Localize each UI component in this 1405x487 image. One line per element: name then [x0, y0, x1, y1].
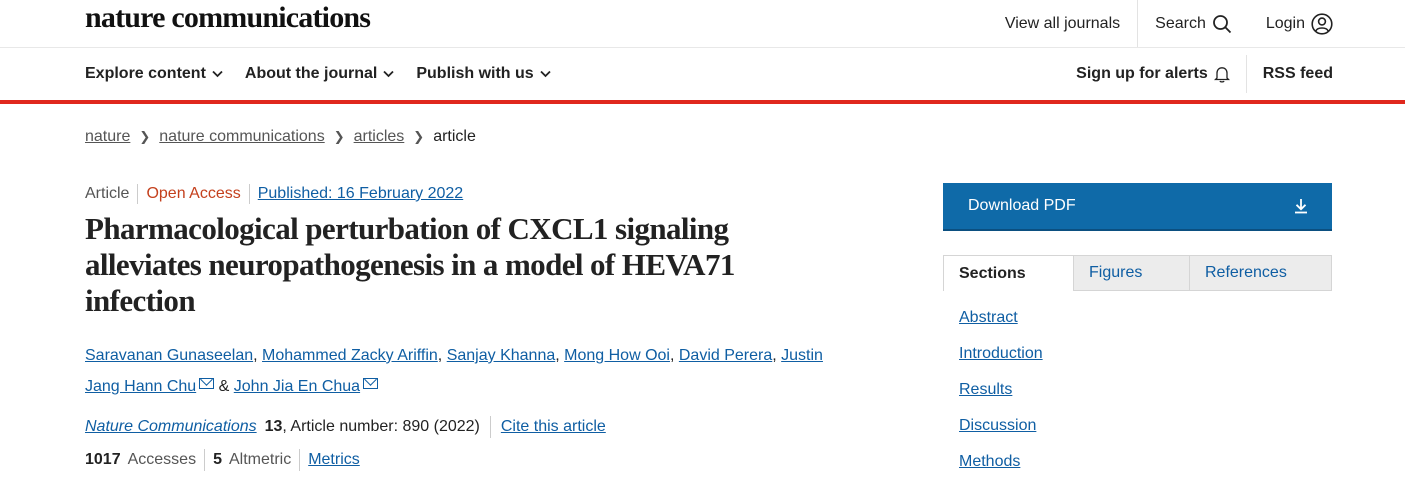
breadcrumb-nature-communications[interactable]: nature communications	[159, 128, 324, 146]
author-separator: ,	[772, 347, 777, 364]
breadcrumb: nature ❯ nature communications ❯ article…	[85, 128, 476, 146]
download-pdf-label: Download PDF	[968, 197, 1076, 214]
chevron-right-icon: ❯	[139, 129, 151, 144]
breadcrumb-articles[interactable]: articles	[354, 128, 405, 146]
divider	[137, 184, 139, 204]
divider	[489, 416, 491, 438]
login-button[interactable]: Login	[1249, 0, 1333, 47]
breadcrumb-article: article	[433, 128, 476, 145]
mail-icon[interactable]	[363, 378, 379, 389]
section-link-discussion[interactable]: Discussion	[959, 415, 1043, 451]
accesses-label: Accesses	[127, 451, 197, 468]
search-label: Search	[1155, 14, 1206, 32]
download-icon	[1295, 199, 1307, 214]
article-type: Article	[85, 185, 130, 202]
journal-info: Nature Communications 13 , Article numbe…	[85, 416, 606, 438]
section-link-results[interactable]: Results	[959, 379, 1043, 415]
top-nav: View all journals Search Login	[988, 0, 1333, 47]
login-label: Login	[1265, 14, 1305, 32]
chevron-right-icon: ❯	[333, 129, 345, 144]
publish-with-us-menu[interactable]: Publish with us	[416, 65, 551, 83]
explore-content-menu[interactable]: Explore content	[85, 65, 223, 83]
author-list: Saravanan Gunaseelan, Mohammed Zacky Ari…	[85, 340, 855, 402]
mail-icon[interactable]	[199, 378, 215, 389]
sign-up-alerts-link[interactable]: Sign up for alerts	[1076, 65, 1246, 83]
author-link[interactable]: Mong How Ooi	[564, 347, 670, 364]
main-nav: Explore content About the journal Publis…	[0, 48, 1405, 104]
open-access-badge: Open Access	[146, 185, 241, 202]
tab-references[interactable]: References	[1190, 255, 1332, 291]
top-bar: nature communications View all journals …	[0, 0, 1405, 48]
author-link[interactable]: John Jia En Chua	[234, 378, 360, 395]
section-link-abstract[interactable]: Abstract	[959, 307, 1043, 343]
chevron-down-icon	[212, 70, 223, 78]
download-pdf-button[interactable]: Download PDF	[943, 183, 1332, 231]
author-separator: ,	[669, 347, 675, 364]
chevron-down-icon	[540, 70, 551, 78]
article-number: , Article number: 890 (2022)	[282, 418, 480, 435]
metrics-link[interactable]: Metrics	[308, 451, 360, 469]
site-logo[interactable]: nature communications	[85, 0, 371, 36]
cite-this-article-link[interactable]: Cite this article	[501, 418, 606, 436]
divider	[248, 184, 250, 204]
accesses-count: 1017	[85, 451, 121, 468]
journal-link[interactable]: Nature Communications	[85, 418, 257, 436]
user-icon	[1311, 12, 1333, 35]
author-separator: ,	[555, 347, 560, 364]
published-date-link[interactable]: Published: 16 February 2022	[258, 185, 463, 203]
about-journal-menu[interactable]: About the journal	[245, 65, 394, 83]
article-metrics: 1017 Accesses 5 Altmetric Metrics	[85, 449, 360, 471]
author-separator: ,	[253, 347, 258, 364]
view-all-journals-label: View all journals	[1004, 14, 1121, 32]
altmetric-label: Altmetric	[228, 451, 292, 468]
search-button[interactable]: Search	[1138, 0, 1249, 47]
sidebar-tabs: Sections Figures References	[943, 255, 1332, 291]
sections-list: Abstract Introduction Results Discussion…	[959, 307, 1043, 487]
bell-icon	[1213, 67, 1230, 83]
about-journal-label: About the journal	[244, 65, 378, 82]
author-separator: &	[218, 378, 230, 395]
breadcrumb-nature[interactable]: nature	[85, 128, 130, 146]
divider	[204, 449, 206, 471]
altmetric-count: 5	[213, 451, 222, 468]
publish-with-us-label: Publish with us	[416, 65, 534, 82]
author-link[interactable]: David Perera	[679, 347, 772, 364]
sign-up-alerts-label: Sign up for alerts	[1076, 65, 1208, 82]
article-meta: Article Open Access Published: 16 Februa…	[85, 184, 463, 204]
author-link[interactable]: Mohammed Zacky Ariffin	[262, 347, 438, 364]
chevron-right-icon: ❯	[413, 129, 425, 144]
author-link[interactable]: Sanjay Khanna	[447, 347, 556, 364]
chevron-down-icon	[383, 70, 394, 78]
section-link-methods[interactable]: Methods	[959, 451, 1043, 487]
article-title: Pharmacological perturbation of CXCL1 si…	[85, 211, 735, 318]
divider	[299, 449, 301, 471]
explore-content-label: Explore content	[85, 65, 206, 82]
tab-figures[interactable]: Figures	[1074, 255, 1190, 291]
view-all-journals-link[interactable]: View all journals	[988, 0, 1137, 47]
section-link-introduction[interactable]: Introduction	[959, 343, 1043, 379]
author-link[interactable]: Saravanan Gunaseelan	[85, 347, 253, 364]
rss-feed-link[interactable]: RSS feed	[1263, 65, 1333, 83]
search-icon	[1212, 14, 1231, 33]
volume-number: 13	[264, 418, 283, 435]
author-separator: ,	[437, 347, 443, 364]
divider	[1245, 55, 1247, 93]
tab-sections[interactable]: Sections	[943, 255, 1074, 291]
